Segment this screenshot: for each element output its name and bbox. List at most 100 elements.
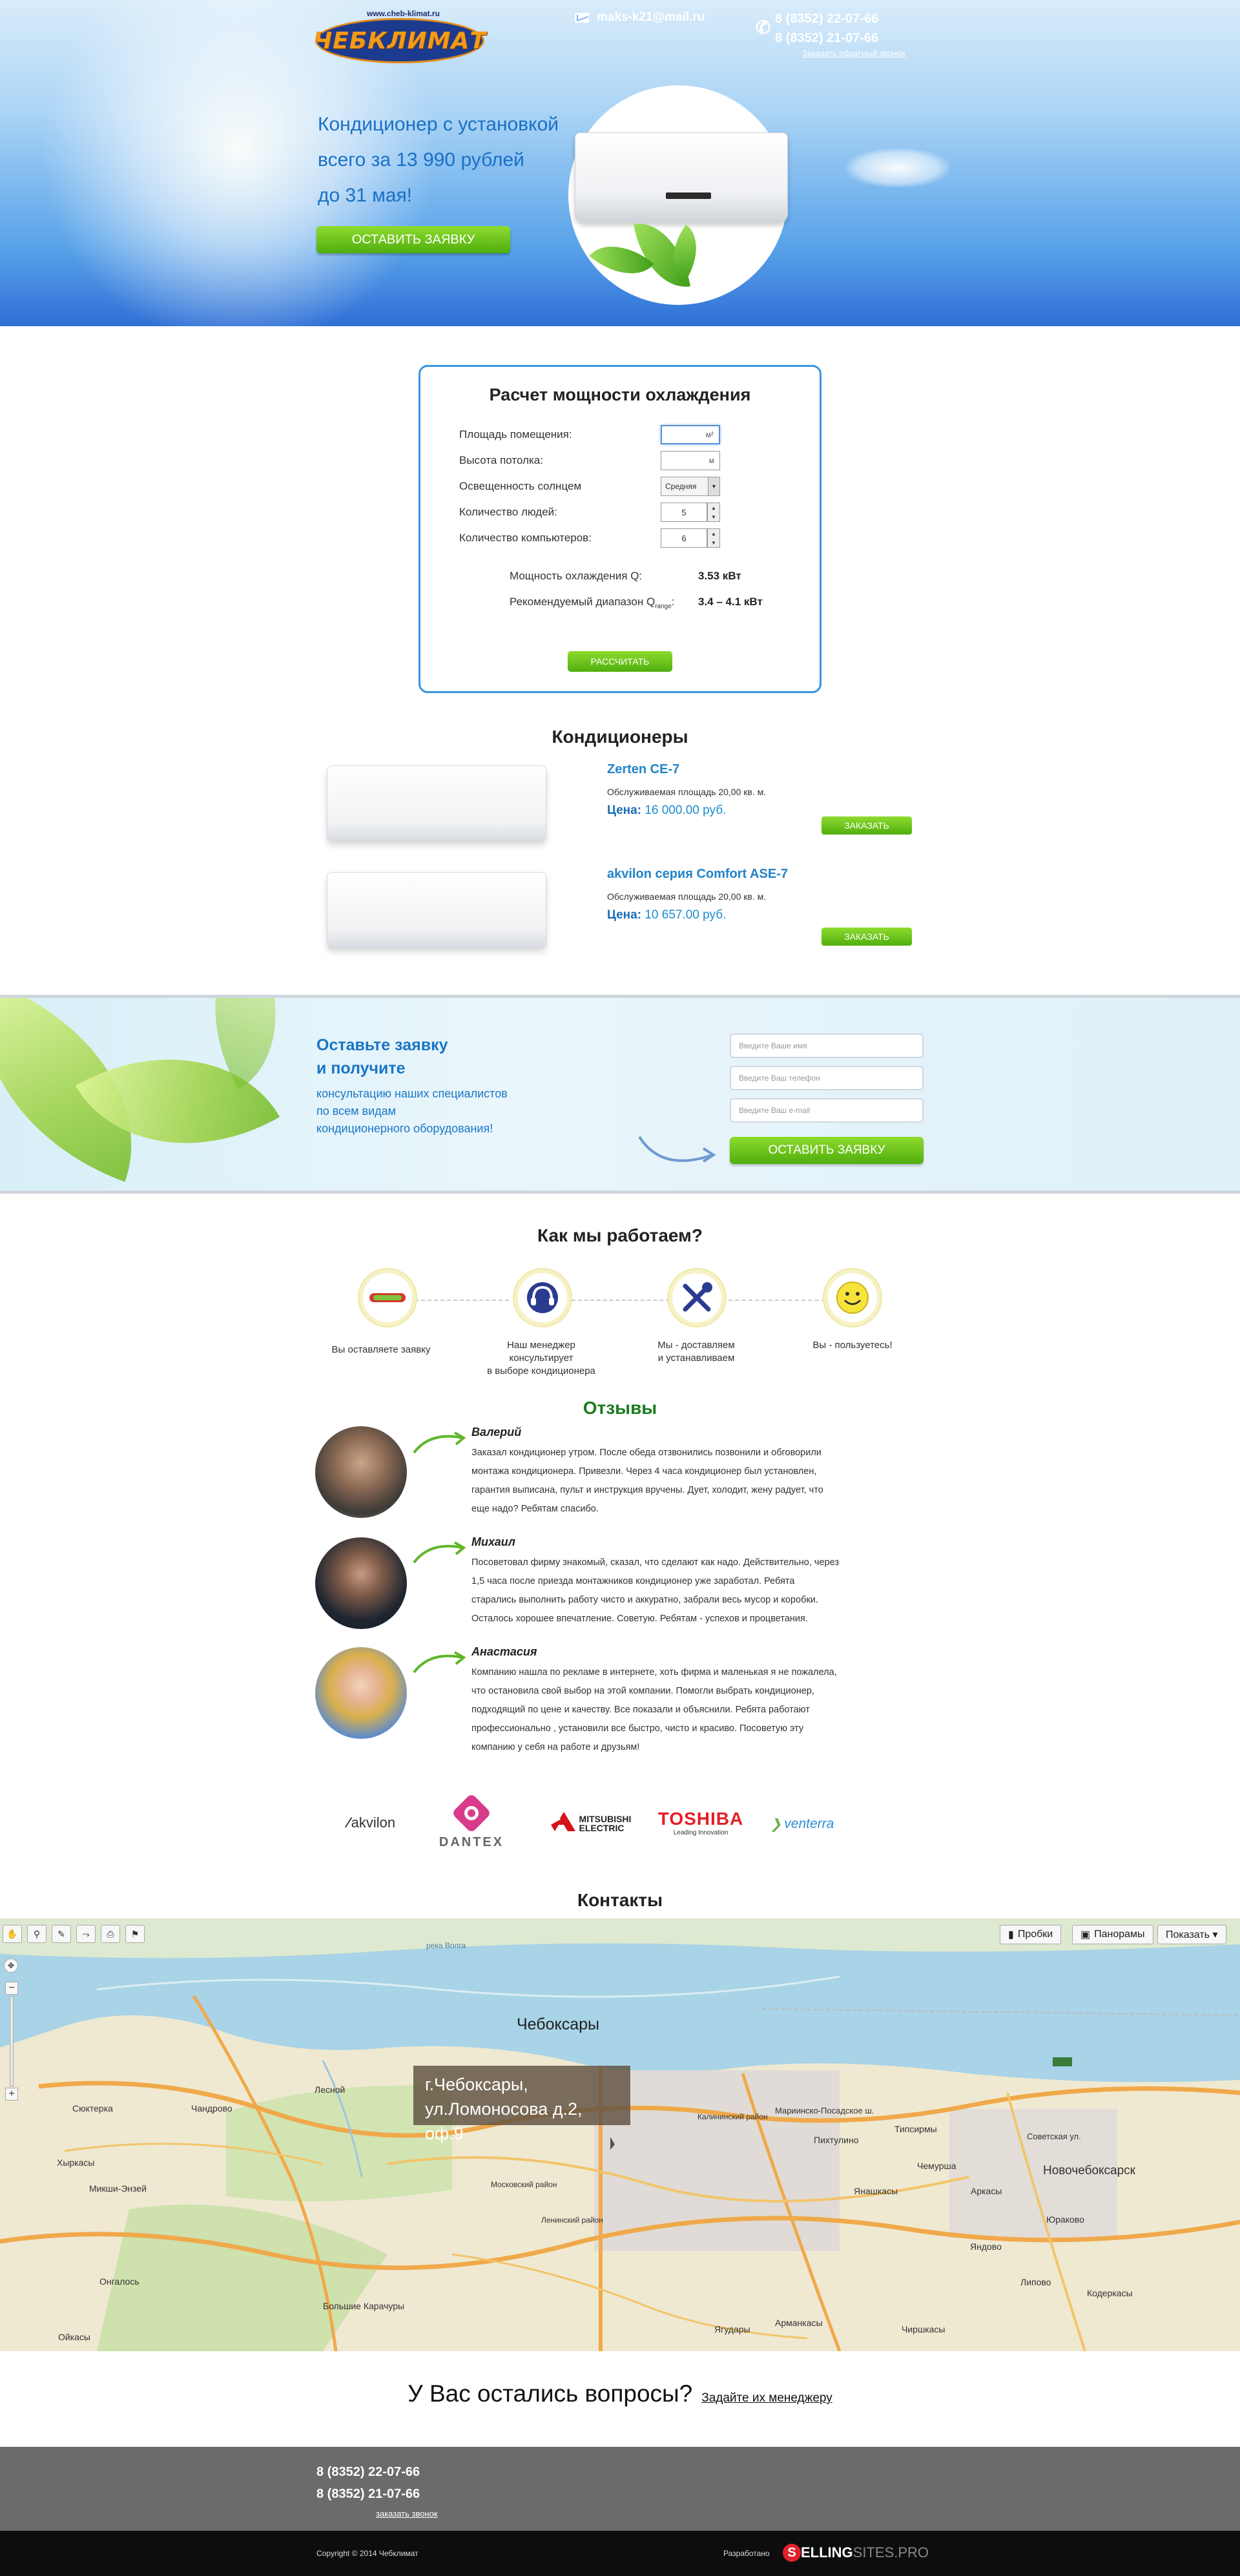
height-input[interactable]: м — [661, 451, 720, 470]
lead-form-section: Оставьте заявку и получите консультацию … — [0, 995, 1240, 1194]
header-phone-2[interactable]: 8 (8352) 21-07-66 — [775, 28, 878, 48]
step-connector — [728, 1300, 825, 1301]
arrow-icon — [638, 1136, 716, 1163]
zoom-out-icon[interactable]: − — [5, 1982, 18, 1995]
calc-row-pc: Количество компьютеров: 6 ▲ ▼ — [459, 528, 720, 548]
order-product-button[interactable]: ЗАКАЗАТЬ — [822, 816, 912, 835]
mitsubishi-line-1: MITSUBISHI — [579, 1814, 632, 1824]
developer-logo[interactable]: S ELLING SITES.PRO — [783, 2544, 929, 2562]
brand-mitsubishi: MITSUBISHI ELECTRIC — [549, 1809, 633, 1838]
review-line: что остановила свой выбор на этой компан… — [471, 1686, 814, 1696]
hero-order-button[interactable]: ОСТАВИТЬ ЗАЯВКУ — [316, 226, 510, 253]
review-line: еще надо? Ребятам спасибо. — [471, 1504, 599, 1514]
footer-contacts: 8 (8352) 22-07-66 8 (8352) 21-07-66 зака… — [0, 2447, 1240, 2531]
calculate-button[interactable]: РАССЧИТАТЬ — [568, 651, 672, 672]
lead-title: Оставьте заявку и получите — [316, 1034, 448, 1080]
calc-title: Расчет мощности охлаждения — [489, 385, 751, 404]
traffic-label: Пробки — [1017, 1929, 1053, 1940]
range-value: 3.4 – 4.1 кВт — [698, 596, 763, 608]
lead-subtitle: консультацию наших специалистов по всем … — [316, 1085, 508, 1137]
height-label: Высота потолка: — [459, 454, 543, 466]
step-label: Наш менеджер консультирует в выборе конди… — [477, 1339, 606, 1378]
link-icon[interactable]: ⚑ — [125, 1925, 145, 1943]
review-line: Заказал кондиционер утром. После обеда о… — [471, 1448, 822, 1458]
map-label: Липово — [1020, 2277, 1051, 2287]
logo[interactable]: www.cheb-klimat.ru ЧЕБКЛИМАТ — [313, 9, 486, 65]
map-label-novocheb: Новочебоксарск — [1043, 2164, 1135, 2177]
ask-manager-link[interactable]: Задайте их менеджеру — [701, 2391, 832, 2405]
magnifier-icon[interactable]: ⚲ — [27, 1925, 46, 1943]
cooling-calculator: Расчет мощности охлаждения Площадь помещ… — [418, 365, 822, 693]
zoom-in-icon[interactable]: + — [5, 2088, 18, 2101]
show-layers-button[interactable]: Показать ▾ — [1157, 1925, 1226, 1944]
people-stepper[interactable]: 5 ▲ ▼ — [661, 503, 720, 522]
map-label: Яндово — [970, 2241, 1002, 2252]
panorama-button[interactable]: ▣ Панорамы — [1072, 1925, 1153, 1944]
product-image[interactable] — [313, 753, 558, 849]
calc-row-people: Количество людей: 5 ▲ ▼ — [459, 503, 720, 522]
ac-display — [666, 192, 711, 199]
lead-submit-button[interactable]: ОСТАВИТЬ ЗАЯВКУ — [730, 1137, 924, 1164]
area-label: Площадь помещения: — [459, 428, 572, 441]
step-1-text: Вы оставляете заявку — [331, 1344, 431, 1355]
name-input[interactable]: Введите Ваше имя — [730, 1034, 924, 1058]
footer-phone-1[interactable]: 8 (8352) 22-07-66 — [316, 2461, 420, 2483]
avatar — [315, 1537, 407, 1629]
stepper-arrows-icon[interactable]: ▲ ▼ — [707, 503, 720, 522]
map-label-road: Советская ул. — [1027, 2132, 1081, 2141]
order-product-button[interactable]: ЗАКАЗАТЬ — [822, 928, 912, 946]
map-label: Пихтулино — [814, 2135, 859, 2145]
map-label: Микши-Энзей — [89, 2183, 147, 2194]
stepper-arrows-icon[interactable]: ▲ ▼ — [707, 528, 720, 548]
phone-input[interactable]: Введите Ваш телефон — [730, 1066, 924, 1090]
lead-title-1: Оставьте заявку — [316, 1036, 448, 1054]
product-ac-body — [327, 765, 546, 842]
price-label: Цена: — [607, 804, 642, 817]
logo-site: www.cheb-klimat.ru — [367, 9, 440, 18]
brand-dantex: DANTEX — [426, 1792, 517, 1852]
zoom-slider[interactable] — [10, 1996, 14, 2086]
hand-tool-icon[interactable]: ✋ — [3, 1925, 22, 1943]
compass-icon[interactable]: ✥ — [4, 1958, 18, 1973]
footer-callback-link[interactable]: заказать звонок — [376, 2509, 438, 2519]
questions-text: У Вас остались вопросы? — [408, 2380, 693, 2407]
map-label-cheboksary: Чебоксары — [517, 2015, 600, 2033]
product-ac-body — [327, 872, 546, 948]
map-label: Онгалось — [99, 2276, 140, 2287]
email-contact[interactable]: maks-k21@mail.ru — [575, 10, 705, 25]
map[interactable]: ✋ ⚲ ✎ ⤳ ⎙ ⚑ ✥ − + ▮ Пробки ▣ Панорамы Пока… — [0, 1918, 1240, 2351]
route-icon[interactable]: ⤳ — [76, 1925, 96, 1943]
arrow-icon — [413, 1541, 466, 1564]
dantex-text: DANTEX — [439, 1835, 504, 1849]
calc-row-sun: Освещенность солнцем Средняя ▼ — [459, 477, 720, 496]
brand-venterra: ❯ venterra — [757, 1813, 847, 1836]
people-value[interactable]: 5 — [661, 503, 707, 522]
phone-icon — [359, 1269, 416, 1326]
review-line: профессионально , установили все быстро,… — [471, 1723, 804, 1734]
sun-select[interactable]: Средняя ▼ — [661, 477, 720, 496]
contacts-title: Контакты — [577, 1890, 663, 1910]
pc-stepper[interactable]: 6 ▲ ▼ — [661, 528, 720, 548]
footer-phone-2[interactable]: 8 (8352) 21-07-66 — [316, 2483, 420, 2505]
email-input[interactable]: Введите Ваш e-mail — [730, 1098, 924, 1123]
footer-bottom: Copyright © 2014 Чебклимат Разработано S… — [0, 2531, 1240, 2576]
venterra-text: venterra — [784, 1816, 834, 1831]
traffic-button[interactable]: ▮ Пробки — [1000, 1925, 1062, 1944]
area-input[interactable]: м² — [661, 425, 720, 444]
calc-row-area: Площадь помещения: м² — [459, 425, 720, 444]
product-name[interactable]: akvilon серия Comfort ASE-7 — [607, 867, 788, 882]
print-icon[interactable]: ⎙ — [101, 1925, 120, 1943]
ruler-icon[interactable]: ✎ — [52, 1925, 71, 1943]
product-name[interactable]: Zerten CE-7 — [607, 762, 679, 777]
callback-link[interactable]: Заказать обратный звонок — [802, 48, 905, 58]
step-connector — [572, 1300, 670, 1301]
product-image[interactable] — [313, 859, 558, 956]
pc-value[interactable]: 6 — [661, 528, 707, 548]
step-label: Вы оставляете заявку — [316, 1344, 446, 1356]
header-phone-1[interactable]: 8 (8352) 22-07-66 — [775, 9, 878, 28]
hero-line-2: всего за 13 990 рублей — [318, 149, 524, 171]
review-line: Посоветовал фирму знакомый, сказал, что … — [471, 1557, 839, 1568]
mitsubishi-diamonds-icon — [550, 1812, 575, 1831]
calc-row-height: Высота потолка: м — [459, 451, 720, 470]
hero-line-1: Кондиционер с установкой — [318, 114, 559, 135]
